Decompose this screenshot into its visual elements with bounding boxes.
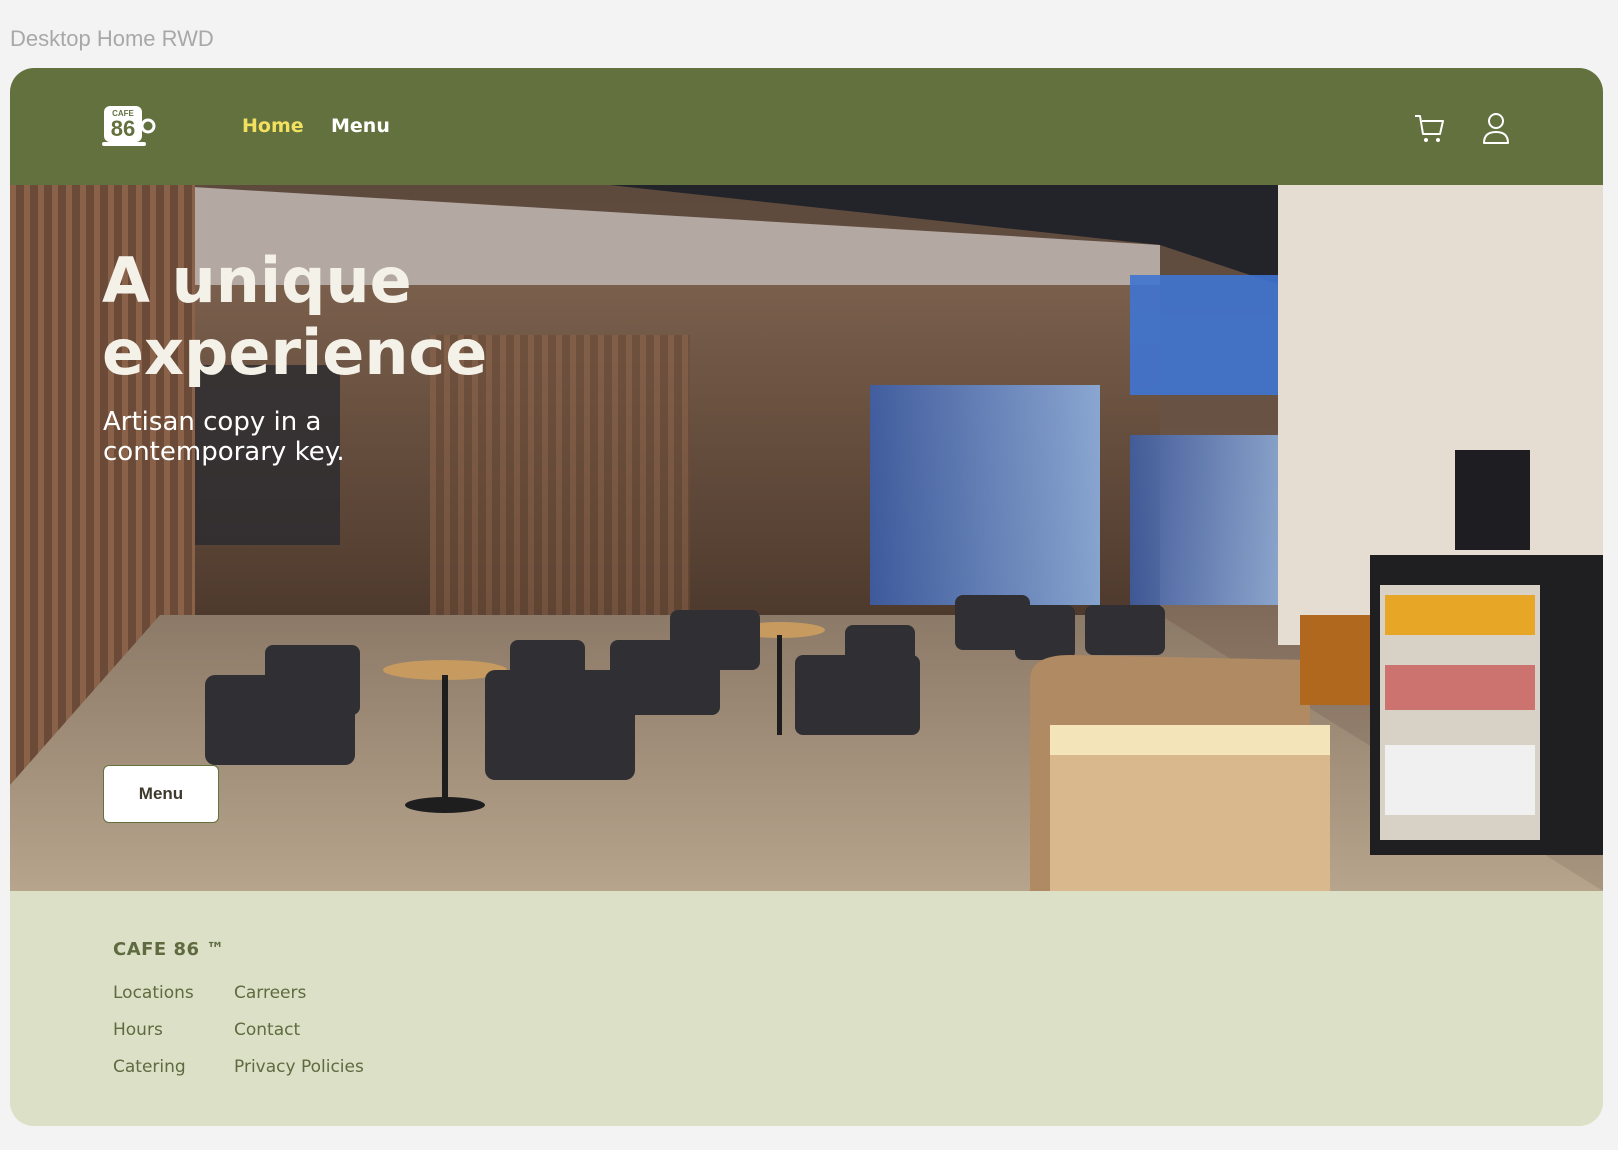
hero-section: A unique experience Artisan copy in a co… — [10, 185, 1603, 891]
cart-icon[interactable] — [1412, 110, 1448, 146]
hero-subtitle: Artisan copy in a contemporary key. — [103, 407, 345, 467]
svg-text:86: 86 — [111, 116, 135, 141]
nav-home-link[interactable]: Home — [242, 115, 304, 137]
footer-link-locations[interactable]: Locations — [113, 983, 194, 1003]
hero-menu-button[interactable]: Menu — [103, 765, 219, 823]
nav-menu-link[interactable]: Menu — [331, 115, 390, 137]
frame-label: Desktop Home RWD — [10, 26, 214, 51]
footer-link-hours[interactable]: Hours — [113, 1020, 163, 1040]
user-icon[interactable] — [1478, 110, 1514, 146]
footer-link-privacy[interactable]: Privacy Policies — [234, 1057, 364, 1077]
footer-link-contact[interactable]: Contact — [234, 1020, 300, 1040]
cafe86-logo[interactable]: CAFE 86 — [102, 104, 158, 148]
hero-title: A unique experience — [102, 244, 488, 389]
footer-link-careers[interactable]: Carreers — [234, 983, 306, 1003]
footer-brand: CAFE 86 ™ — [113, 939, 225, 960]
footer-link-catering[interactable]: Catering — [113, 1057, 186, 1077]
page-frame: CAFE 86 Home Menu A unique experience Ar… — [10, 68, 1603, 1126]
site-header: CAFE 86 Home Menu — [10, 68, 1603, 185]
site-footer: CAFE 86 ™ Locations Hours Catering Carre… — [10, 891, 1603, 1126]
